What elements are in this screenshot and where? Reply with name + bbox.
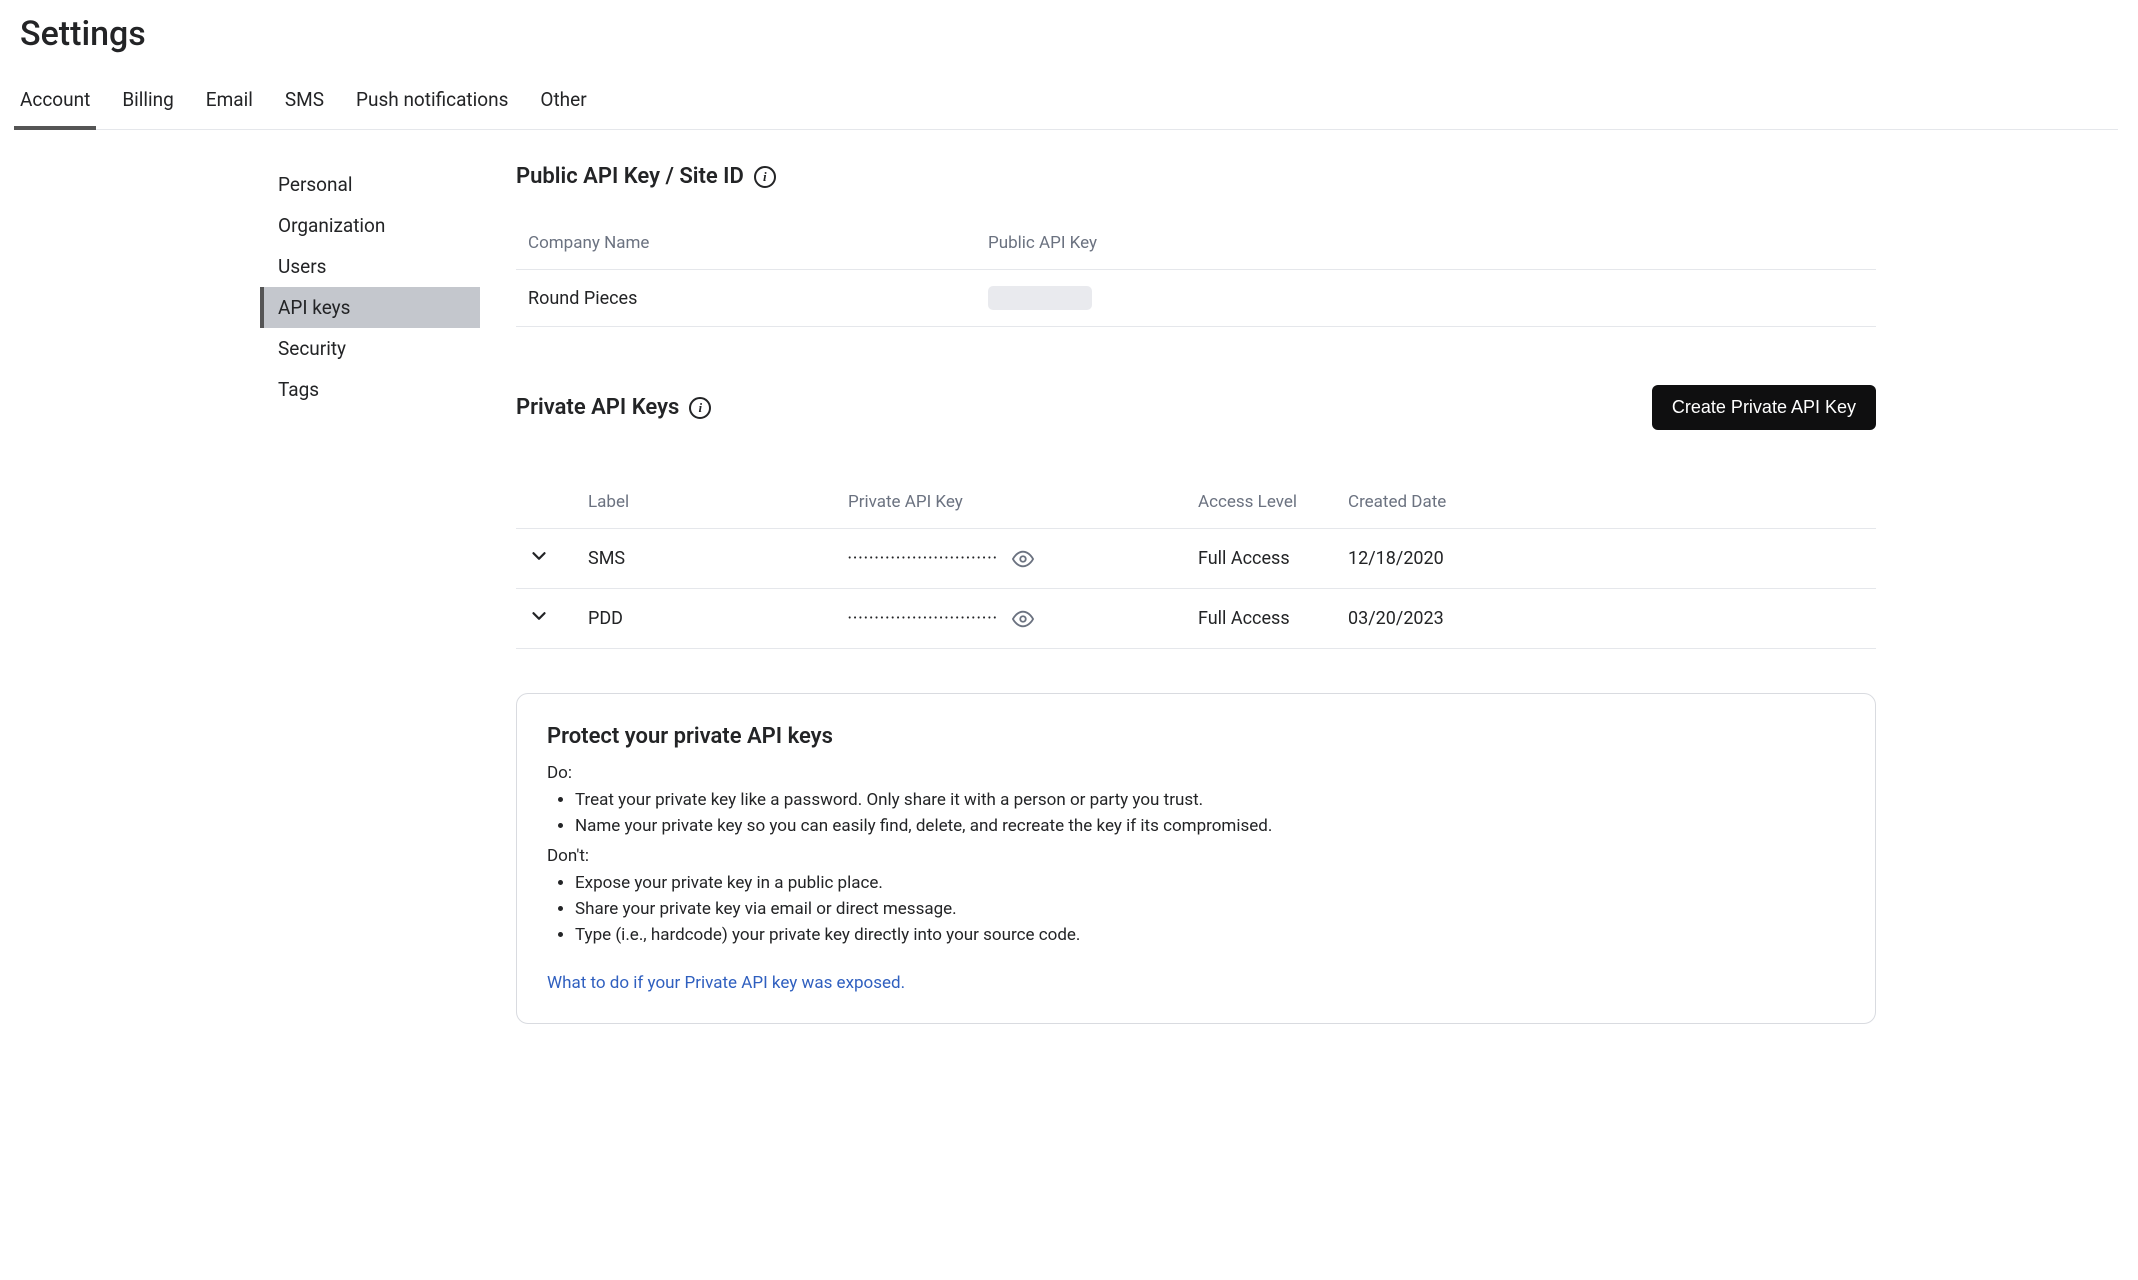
eye-icon[interactable] (1012, 608, 1034, 630)
dont-list: Expose your private key in a public plac… (547, 870, 1845, 949)
main-content: Public API Key / Site ID i Company Name … (516, 164, 1916, 1024)
list-item: Share your private key via email or dire… (575, 896, 1845, 922)
create-private-key-button[interactable]: Create Private API Key (1652, 385, 1876, 430)
public-key-section-title: Public API Key / Site ID (516, 164, 744, 189)
protect-keys-card: Protect your private API keys Do: Treat … (516, 693, 1876, 1024)
masked-key-dots: •••••••••••••••••••••••••••• (848, 613, 998, 624)
created-date-cell: 12/18/2020 (1348, 548, 1498, 569)
settings-sidebar: PersonalOrganizationUsersAPI keysSecurit… (260, 164, 480, 1024)
private-key-cell: •••••••••••••••••••••••••••• (848, 548, 1198, 570)
page-title: Settings (20, 14, 2118, 54)
public-key-cell (988, 286, 1864, 310)
chevron-down-icon[interactable] (528, 545, 550, 567)
key-label-cell: PDD (588, 608, 848, 629)
do-label: Do: (547, 763, 1845, 783)
do-list: Treat your private key like a password. … (547, 787, 1845, 840)
list-item: Treat your private key like a password. … (575, 787, 1845, 813)
chevron-down-icon[interactable] (528, 605, 550, 627)
exposed-key-link[interactable]: What to do if your Private API key was e… (547, 973, 905, 993)
tab-push-notifications[interactable]: Push notifications (356, 78, 508, 129)
public-key-table: Company Name Public API Key Round Pieces (516, 217, 1876, 327)
private-key-section-title: Private API Keys (516, 395, 679, 420)
settings-tabs: Account Billing Email SMS Push notifications… (20, 78, 2118, 130)
column-header: Company Name (528, 233, 988, 253)
tab-account[interactable]: Account (20, 78, 90, 129)
column-header: Public API Key (988, 233, 1864, 253)
list-item: Name your private key so you can easily … (575, 813, 1845, 839)
sidebar-item-api-keys[interactable]: API keys (260, 287, 480, 328)
list-item: Expose your private key in a public plac… (575, 870, 1845, 896)
tab-billing[interactable]: Billing (122, 78, 173, 129)
private-key-table: Label Private API Key Access Level Creat… (516, 458, 1876, 649)
sidebar-item-organization[interactable]: Organization (260, 205, 480, 246)
table-row: PDD•••••••••••••••••••••••••••• Full Acce… (516, 589, 1876, 649)
dont-label: Don't: (547, 846, 1845, 866)
column-header: Access Level (1198, 492, 1348, 512)
table-header-row: Company Name Public API Key (516, 217, 1876, 270)
column-header: Private API Key (848, 492, 1198, 512)
created-date-cell: 03/20/2023 (1348, 608, 1498, 629)
key-label-cell: SMS (588, 548, 848, 569)
list-item: Type (i.e., hardcode) your private key d… (575, 922, 1845, 948)
tab-other[interactable]: Other (540, 78, 586, 129)
sidebar-item-users[interactable]: Users (260, 246, 480, 287)
access-level-cell: Full Access (1198, 608, 1348, 629)
sidebar-item-security[interactable]: Security (260, 328, 480, 369)
company-name-cell: Round Pieces (528, 288, 988, 309)
info-icon[interactable]: i (754, 166, 776, 188)
column-header: Label (588, 492, 848, 512)
table-row: Round Pieces (516, 270, 1876, 327)
protect-card-title: Protect your private API keys (547, 724, 1845, 749)
column-header: Created Date (1348, 492, 1498, 512)
masked-key-dots: •••••••••••••••••••••••••••• (848, 553, 998, 564)
table-row: SMS•••••••••••••••••••••••••••• Full Acce… (516, 529, 1876, 589)
sidebar-item-tags[interactable]: Tags (260, 369, 480, 410)
masked-key-placeholder[interactable] (988, 286, 1092, 310)
tab-email[interactable]: Email (206, 78, 253, 129)
tab-sms[interactable]: SMS (285, 78, 324, 129)
sidebar-item-personal[interactable]: Personal (260, 164, 480, 205)
table-header-row: Label Private API Key Access Level Creat… (516, 458, 1876, 529)
info-icon[interactable]: i (689, 397, 711, 419)
public-key-section-header: Public API Key / Site ID i (516, 164, 1876, 189)
access-level-cell: Full Access (1198, 548, 1348, 569)
eye-icon[interactable] (1012, 548, 1034, 570)
private-key-cell: •••••••••••••••••••••••••••• (848, 608, 1198, 630)
